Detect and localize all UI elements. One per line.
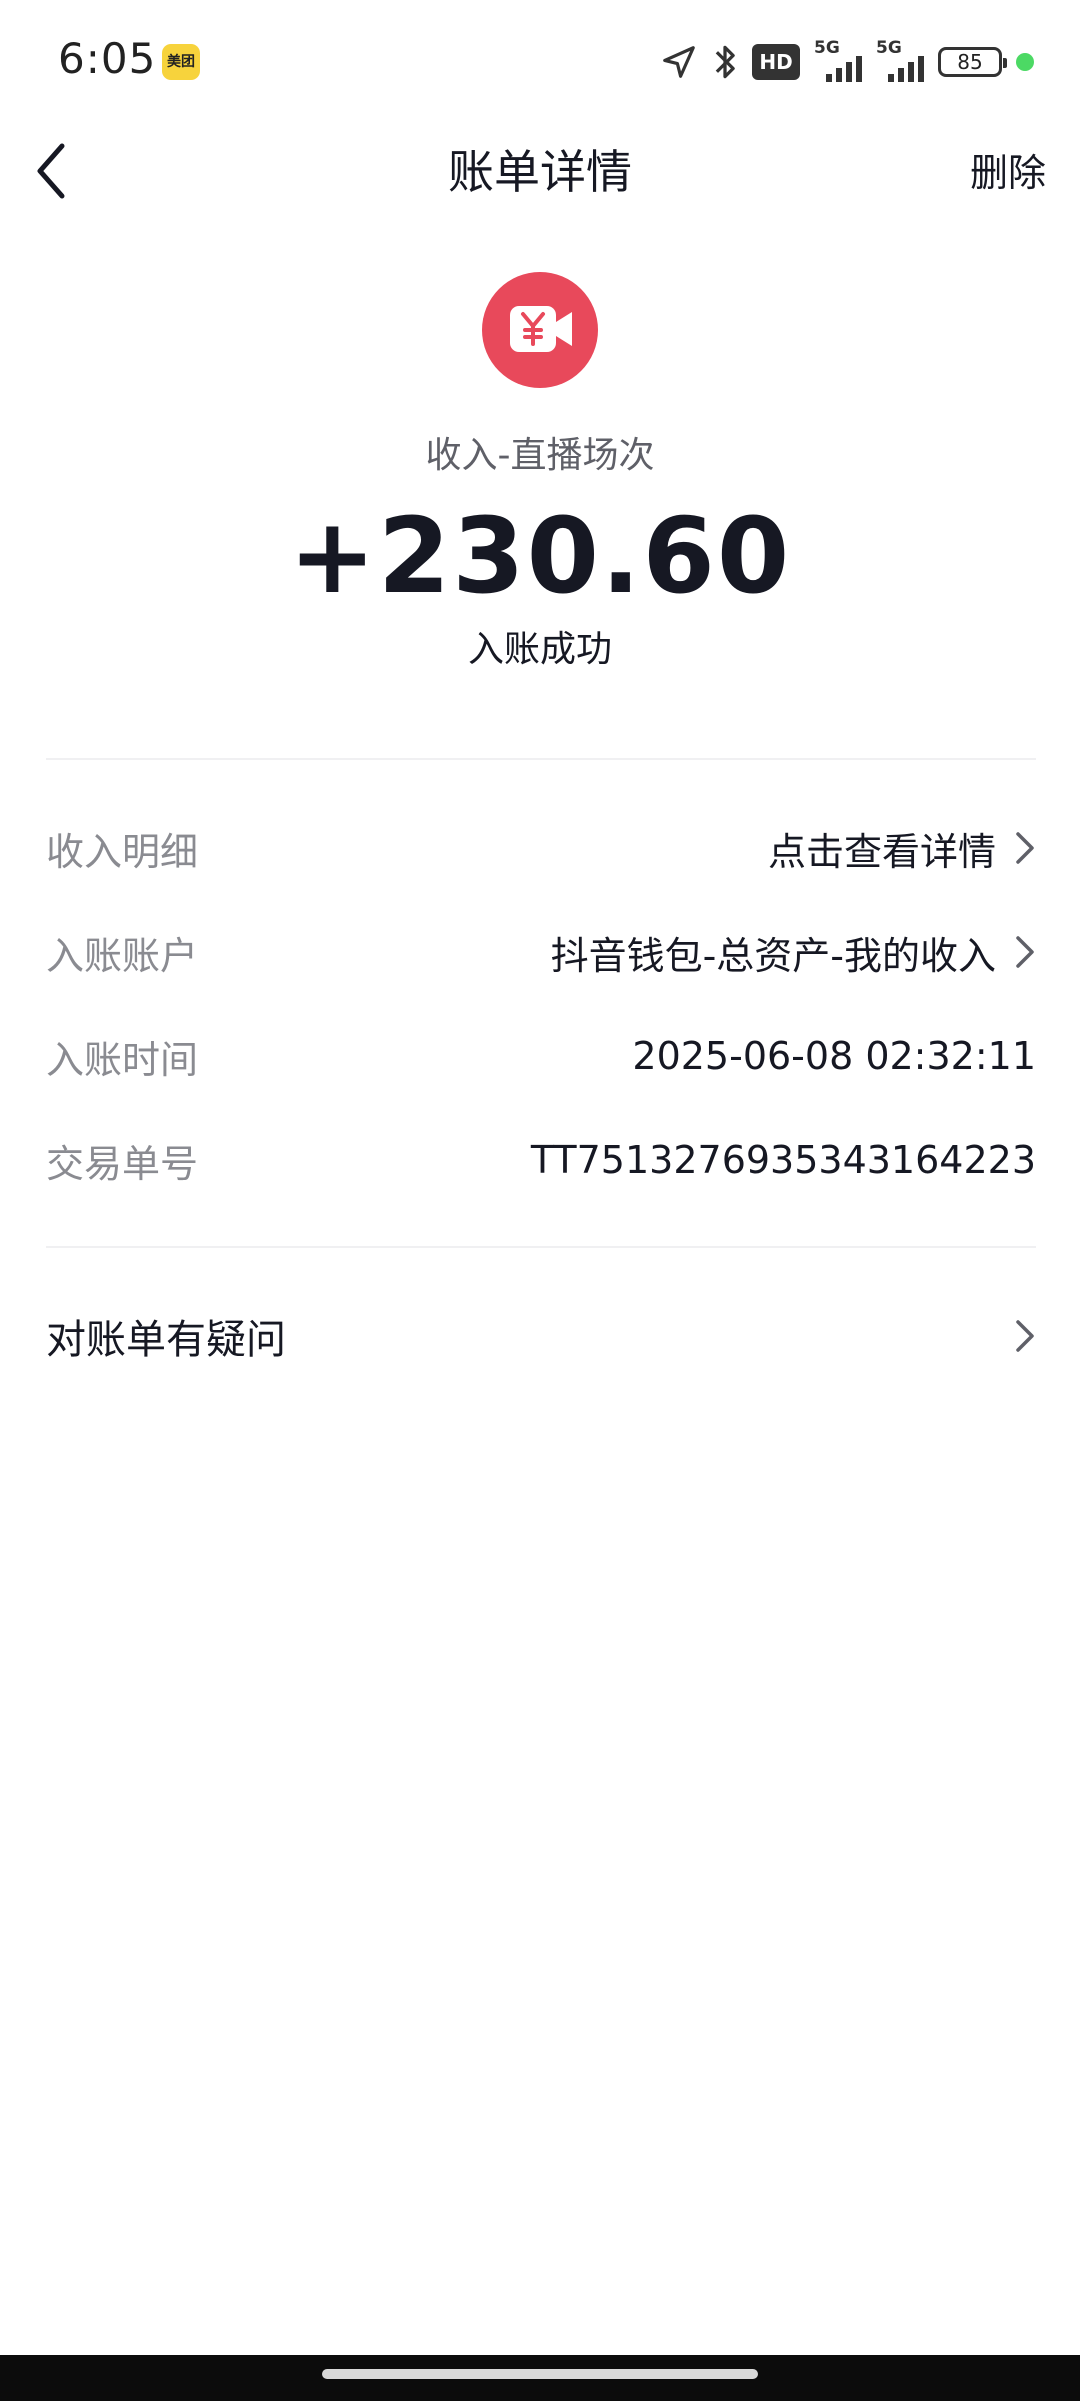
location-arrow-icon (663, 46, 695, 78)
detail-value: 抖音钱包-总资产-我的收入 (550, 933, 996, 978)
bill-question-row[interactable]: 对账单有疑问 (46, 1284, 1036, 1388)
page-title: 账单详情 (448, 145, 632, 199)
network-type: 5G (814, 38, 840, 58)
divider (46, 758, 1036, 760)
transaction-status: 入账成功 (467, 629, 612, 670)
detail-list: 收入明细 点击查看详情 入账账户 抖音钱包-总资产-我的收入 入账时间 2025… (46, 796, 1036, 1212)
battery-icon: 85 (938, 47, 1007, 77)
detail-value: 2025-06-08 02:32:11 (632, 1034, 1036, 1078)
status-icons: HD 5G 5G 85 (660, 38, 1034, 86)
signal-icon: 5G (814, 38, 862, 82)
gesture-bar (0, 2355, 1080, 2401)
delete-button[interactable]: 删除 (970, 142, 1046, 197)
detail-row-income-details[interactable]: 收入明细 点击查看详情 (46, 796, 1036, 900)
home-indicator[interactable] (322, 2369, 758, 2379)
nav-bar: 账单详情 删除 (0, 120, 1080, 220)
transaction-header: 收入-直播场次 +230.60 入账成功 (0, 272, 1080, 672)
status-time: 6:05 (58, 34, 157, 83)
privacy-indicator-dot (1016, 53, 1034, 71)
signal-icon-2: 5G (876, 38, 924, 82)
status-bar: 6:05 美团 HD 5G 5G 85 (0, 0, 1080, 120)
detail-row-time: 入账时间 2025-06-08 02:32:11 (46, 1004, 1036, 1108)
question-label: 对账单有疑问 (46, 1317, 286, 1363)
detail-row-transaction-id: 交易单号 TT7513276935343164223 (46, 1108, 1036, 1212)
detail-label: 入账时间 (46, 1037, 199, 1082)
live-video-glyph (510, 306, 572, 352)
hd-icon: HD (752, 44, 800, 80)
network-type-2: 5G (876, 38, 902, 58)
detail-label: 收入明细 (46, 829, 199, 874)
chevron-right-icon (1016, 1320, 1034, 1352)
detail-value[interactable]: TT7513276935343164223 (531, 1138, 1036, 1182)
detail-label: 入账账户 (46, 933, 199, 978)
bluetooth-icon (715, 45, 735, 79)
live-video-yuan-icon (482, 272, 598, 388)
chevron-right-icon (1016, 936, 1034, 968)
detail-value: 点击查看详情 (767, 829, 996, 874)
transaction-type-label: 收入-直播场次 (425, 435, 655, 476)
divider (46, 1246, 1036, 1248)
meituan-app-icon: 美团 (162, 44, 200, 80)
detail-row-account[interactable]: 入账账户 抖音钱包-总资产-我的收入 (46, 900, 1036, 1004)
transaction-amount: +230.60 (288, 495, 792, 617)
detail-label: 交易单号 (46, 1141, 199, 1186)
chevron-right-icon (1016, 832, 1034, 864)
